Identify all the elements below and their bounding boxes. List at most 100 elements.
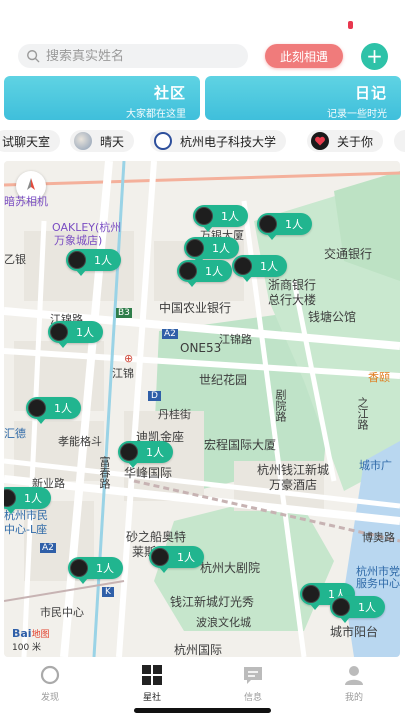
user-avatar — [151, 548, 169, 566]
metro-icon: ⊕ — [124, 352, 134, 365]
tag-hdu[interactable]: 杭州电子科技大学 — [150, 130, 287, 152]
tag-label: 杭州电子科技大学 — [180, 134, 277, 149]
map-label: 城市阳台 — [330, 625, 379, 639]
pin-count: 1人 — [94, 254, 112, 267]
user-pin[interactable]: 1人 — [26, 397, 81, 424]
community-subtitle: 大家都在这里 — [126, 109, 186, 120]
map-label: A2 — [40, 543, 56, 553]
pin-count: 1人 — [96, 562, 114, 575]
user-pin[interactable]: 1人 — [66, 249, 121, 276]
community-title: 社区 — [153, 84, 186, 102]
tab-xingshe[interactable]: 星社 — [122, 664, 182, 703]
pin-count: 1人 — [285, 218, 303, 231]
map-logo-suffix: 地图 — [31, 630, 50, 640]
user-pin[interactable]: 1人 — [68, 557, 123, 584]
heart-icon — [311, 132, 329, 150]
pin-count: 1人 — [146, 446, 164, 459]
user-pin[interactable]: 1人 — [330, 596, 385, 623]
message-icon — [244, 667, 262, 684]
tag-avatar — [74, 132, 92, 150]
user-avatar — [120, 443, 138, 461]
tag-chatroom[interactable]: 试聊天室 — [0, 130, 61, 152]
map-label: 江锦路 — [219, 333, 252, 346]
tag-more[interactable] — [394, 130, 405, 152]
map-label: 汇德 — [4, 427, 26, 440]
diary-card[interactable]: 日记 记录一些时光 — [205, 76, 401, 120]
user-pin[interactable]: 1人 — [193, 205, 248, 232]
pin-count: 1人 — [24, 492, 42, 505]
map-label: 钱塘公馆 — [308, 310, 357, 324]
map-label: 波浪文化城 — [196, 616, 251, 629]
tag-label: 关于你 — [337, 134, 374, 149]
map-label: ONE53 — [180, 341, 222, 355]
diary-title: 日记 — [354, 84, 387, 102]
map-label: K — [102, 587, 114, 597]
map-label: A2 — [162, 329, 178, 339]
community-card[interactable]: 社区 大家都在这里 — [4, 76, 200, 120]
screen: 此刻相遇 + 社区 大家都在这里 日记 记录一些时光 试聊天室 晴天 杭州电子科… — [0, 0, 405, 720]
user-pin[interactable]: 1人 — [118, 441, 173, 468]
map-label: 江锦 — [112, 367, 134, 380]
tab-profile[interactable]: 我的 — [324, 664, 384, 703]
map-label: 杭州国际 — [174, 643, 223, 657]
user-avatar — [50, 323, 68, 341]
map-label: 服务中心 — [356, 577, 400, 590]
pin-count: 1人 — [54, 402, 72, 415]
tab-label: 我的 — [344, 693, 363, 703]
user-avatar — [70, 559, 88, 577]
grid-icon — [142, 665, 162, 685]
tag-label: 晴天 — [100, 134, 125, 149]
tag-about-you[interactable]: 关于你 — [307, 130, 384, 152]
user-avatar — [302, 585, 320, 603]
tab-messages[interactable]: 信息 — [223, 664, 283, 703]
user-pin[interactable]: 1人 — [257, 213, 312, 240]
pin-count: 1人 — [221, 210, 239, 223]
map-label: 钱江新城灯光秀 — [170, 595, 255, 609]
user-pin[interactable]: 1人 — [184, 237, 239, 264]
user-pin[interactable]: 1人 — [48, 321, 103, 348]
home-indicator — [134, 708, 271, 713]
pin-count: 1人 — [76, 326, 94, 339]
map-label: 孝能格斗 — [58, 435, 102, 448]
map-label: 博奥路 — [362, 531, 395, 544]
user-avatar — [186, 239, 204, 257]
user-avatar — [68, 251, 86, 269]
moment-button[interactable]: 此刻相遇 — [265, 44, 343, 68]
map-label: 富春路 — [98, 456, 111, 489]
diary-subtitle: 记录一些时光 — [327, 109, 387, 120]
user-avatar — [28, 399, 46, 417]
pin-count: 1人 — [212, 242, 230, 255]
school-logo-icon — [154, 132, 172, 150]
map-label: 之江路 — [356, 397, 369, 430]
status-indicator — [348, 21, 353, 29]
map-label: 市民中心 — [40, 606, 84, 619]
tab-discover[interactable]: 发现 — [20, 664, 80, 703]
pin-count: 1人 — [205, 265, 223, 278]
scale-label: 100 米 — [12, 643, 42, 653]
add-button[interactable]: + — [361, 43, 388, 70]
map-label: 万象城店) — [54, 234, 103, 247]
tab-label: 信息 — [243, 693, 262, 703]
topic-tags: 试聊天室 晴天 杭州电子科技大学 关于你 — [0, 130, 405, 154]
user-icon — [345, 666, 363, 685]
map-label: B3 — [116, 308, 132, 318]
map-label: 乙银 — [4, 253, 26, 266]
map-label: 万豪酒店 — [269, 478, 318, 492]
map-label: 丹桂街 — [158, 408, 191, 421]
search-input[interactable] — [46, 48, 226, 64]
map-label: 暗苏相机 — [4, 195, 48, 208]
user-avatar — [259, 215, 277, 233]
tag-sunny[interactable]: 晴天 — [70, 130, 135, 152]
map-label: D — [148, 391, 161, 401]
map-view[interactable]: 暗苏相机 OAKLEY(杭州 万象城店) 万银大厦 交通银行 浙商银行 总行大楼… — [4, 161, 400, 657]
pin-count: 1人 — [358, 601, 376, 614]
pin-count: 1人 — [177, 551, 195, 564]
user-pin[interactable]: 1人 — [232, 255, 287, 282]
user-pin[interactable]: 1人 — [4, 487, 51, 514]
map-label: 总行大楼 — [268, 293, 317, 307]
user-pin[interactable]: 1人 — [149, 546, 204, 573]
user-pin[interactable]: 1人 — [177, 260, 232, 287]
pin-count: 1人 — [260, 260, 278, 273]
map-label: 城市广 — [359, 459, 392, 472]
search-bar[interactable] — [18, 44, 248, 68]
